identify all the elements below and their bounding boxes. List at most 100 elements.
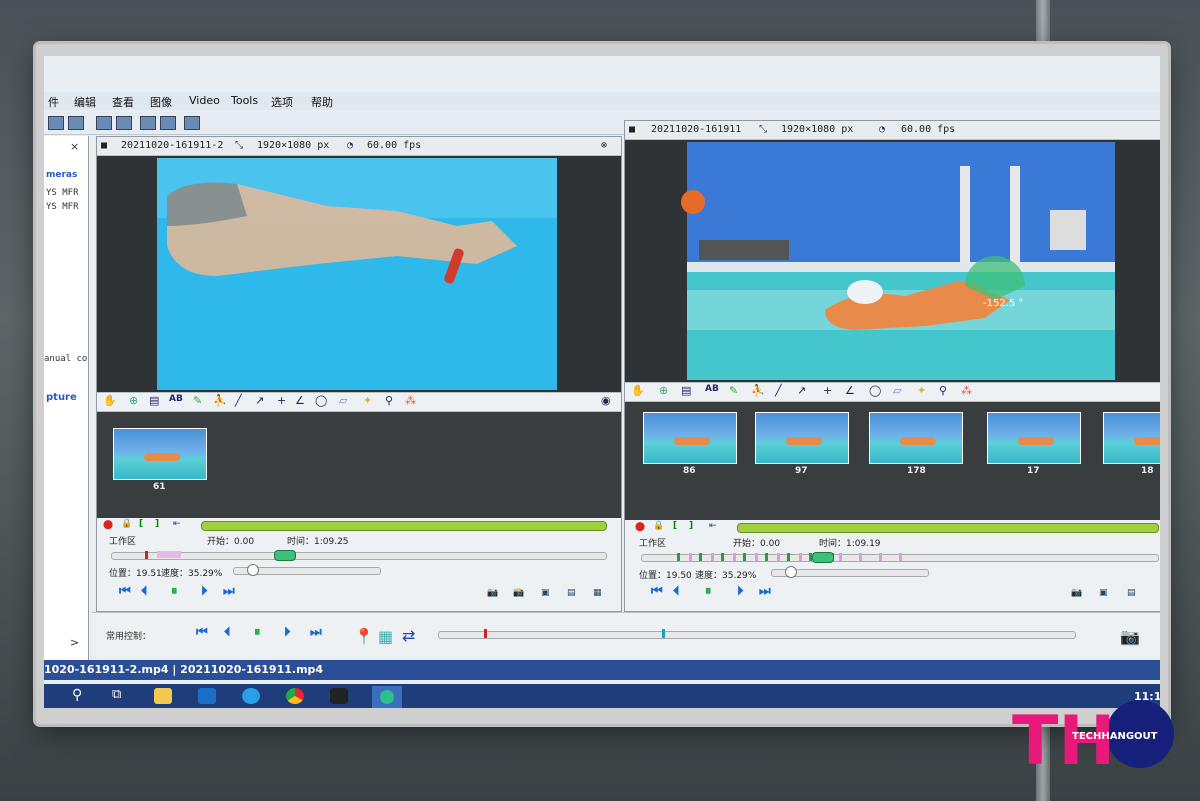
merge-icon[interactable]: ▦ — [378, 627, 393, 646]
active-app-button[interactable] — [372, 686, 402, 708]
angle-icon[interactable]: ∠ — [845, 384, 855, 397]
magnifier-icon[interactable]: ⚲ — [939, 384, 947, 397]
chrome-icon[interactable] — [286, 688, 304, 704]
menu-help[interactable]: 帮助 — [311, 94, 333, 110]
sync-marker-icon[interactable]: 📍 — [354, 627, 374, 646]
keyframe-icon[interactable]: ⊕ — [129, 394, 138, 407]
save-icon[interactable] — [68, 116, 84, 130]
menu-edit[interactable]: 编辑 — [74, 94, 96, 110]
multi-snapshot-icon[interactable]: 📸 — [513, 588, 524, 598]
keyframe-icon[interactable]: ⊕ — [659, 384, 668, 397]
keyframe-thumbnail[interactable] — [755, 412, 849, 464]
sidebar-scroll-arrow-icon[interactable]: > — [70, 636, 79, 649]
first-frame-button[interactable]: ⏮ — [119, 584, 131, 599]
set-out-icon[interactable]: ] — [689, 521, 693, 531]
ab-icon[interactable]: AB — [705, 384, 719, 394]
work-area-track[interactable] — [737, 523, 1159, 533]
marker-icon[interactable]: ⬤ — [103, 520, 113, 530]
outlook-icon[interactable] — [198, 688, 216, 704]
comment-icon[interactable]: ▤ — [149, 394, 159, 407]
arrow-icon[interactable]: ↗ — [797, 384, 806, 397]
next-frame-button[interactable]: ⏵ — [737, 584, 744, 599]
pencil-icon[interactable]: ✎ — [193, 394, 202, 407]
posture-icon[interactable]: ⛹ — [213, 394, 227, 407]
playhead-knob[interactable] — [273, 550, 296, 561]
menu-file[interactable]: 件 — [48, 94, 59, 110]
prev-frame-button[interactable]: ⏴ — [673, 584, 680, 599]
cross-icon[interactable]: + — [277, 394, 286, 407]
spotlight-icon[interactable]: ✦ — [363, 394, 372, 407]
speed-knob[interactable] — [247, 564, 259, 576]
next-frame-button[interactable]: ⏵ — [201, 584, 208, 599]
keyframe-thumbnail[interactable] — [987, 412, 1081, 464]
sidebar-camera-row[interactable]: YS MFR — [46, 202, 79, 212]
common-snapshot-icon[interactable]: 📷 — [1120, 627, 1140, 646]
save-video-icon[interactable]: ▤ — [567, 588, 576, 598]
search-icon[interactable]: ⚲ — [72, 687, 82, 703]
export-sequence-icon[interactable]: ▦ — [593, 588, 602, 598]
common-last-frame-button[interactable]: ⏭ — [310, 625, 322, 640]
snapshot-icon[interactable]: 📷 — [1071, 588, 1082, 598]
circle-icon[interactable]: ◯ — [315, 394, 327, 407]
plane-icon[interactable]: ▱ — [339, 394, 347, 407]
export-icon[interactable]: ▣ — [1099, 588, 1108, 598]
layout-icon[interactable] — [184, 116, 200, 130]
export-icon[interactable]: ▣ — [541, 588, 550, 598]
keyframe-thumbnail[interactable] — [643, 412, 737, 464]
capture-icon[interactable] — [140, 116, 156, 130]
menu-image[interactable]: 图像 — [150, 94, 172, 110]
comment-icon[interactable]: ▤ — [681, 384, 691, 397]
common-first-frame-button[interactable]: ⏮ — [196, 625, 208, 640]
marker-icon[interactable]: ⬤ — [635, 522, 645, 532]
menu-view[interactable]: 查看 — [112, 94, 134, 110]
right-video-area[interactable]: -152.5 ° — [625, 140, 1160, 382]
angle-icon[interactable]: ∠ — [295, 394, 305, 407]
line-icon[interactable]: ╱ — [235, 394, 242, 407]
first-frame-button[interactable]: ⏮ — [651, 584, 663, 599]
sync-icon[interactable] — [160, 116, 176, 130]
set-in-icon[interactable]: [ — [673, 521, 677, 531]
cross-icon[interactable]: + — [823, 384, 832, 397]
save-video-icon[interactable]: ▤ — [1127, 588, 1136, 598]
spotlight-icon[interactable]: ✦ — [917, 384, 926, 397]
keyframe-thumbnail[interactable] — [869, 412, 963, 464]
file-explorer-icon[interactable] — [154, 688, 172, 704]
keyframe-thumbnail[interactable] — [1103, 412, 1160, 464]
common-pause-button[interactable]: ⏸ — [254, 625, 261, 640]
sidebar-close-icon[interactable]: × — [70, 140, 79, 153]
swap-icon[interactable]: ⇄ — [402, 626, 415, 645]
goto-start-icon[interactable]: ⇤ — [709, 521, 717, 531]
lock-icon[interactable]: 🔒 — [121, 519, 132, 529]
panel-config-icon[interactable]: ◉ — [601, 394, 611, 407]
set-out-icon[interactable]: ] — [155, 519, 159, 529]
plane-icon[interactable]: ▱ — [893, 384, 901, 397]
menu-options[interactable]: 选项 — [271, 94, 293, 110]
left-video-area[interactable] — [97, 156, 621, 392]
prev-frame-button[interactable]: ⏴ — [141, 584, 148, 599]
playhead-knob[interactable] — [811, 552, 834, 563]
menu-tools[interactable]: Tools — [231, 94, 258, 107]
menu-video[interactable]: Video — [189, 94, 220, 107]
common-next-frame-button[interactable]: ⏵ — [284, 625, 291, 640]
common-timeline-slider[interactable] — [438, 631, 1076, 639]
ab-icon[interactable]: AB — [169, 394, 183, 404]
keyframe-thumbnail[interactable] — [113, 428, 207, 480]
grid-icon[interactable]: ⁂ — [961, 384, 972, 397]
position-slider[interactable] — [111, 552, 607, 560]
monitor-icon[interactable] — [96, 116, 112, 130]
task-view-icon[interactable]: ⧉ — [112, 687, 121, 702]
set-in-icon[interactable]: [ — [139, 519, 143, 529]
dual-monitor-icon[interactable] — [116, 116, 132, 130]
sidebar-camera-row[interactable]: YS MFR — [46, 188, 79, 198]
clapperboard-icon[interactable] — [330, 688, 348, 704]
pencil-icon[interactable]: ✎ — [729, 384, 738, 397]
posture-icon[interactable]: ⛹ — [751, 384, 765, 397]
speed-knob[interactable] — [785, 566, 797, 578]
circle-icon[interactable]: ◯ — [869, 384, 881, 397]
grid-icon[interactable]: ⁂ — [405, 394, 416, 407]
pause-button[interactable]: ⏸ — [171, 584, 178, 599]
common-prev-frame-button[interactable]: ⏴ — [224, 625, 231, 640]
pause-button[interactable]: ⏸ — [705, 584, 712, 599]
close-panel-icon[interactable]: ⊗ — [601, 140, 607, 151]
snapshot-icon[interactable]: 📷 — [487, 588, 498, 598]
